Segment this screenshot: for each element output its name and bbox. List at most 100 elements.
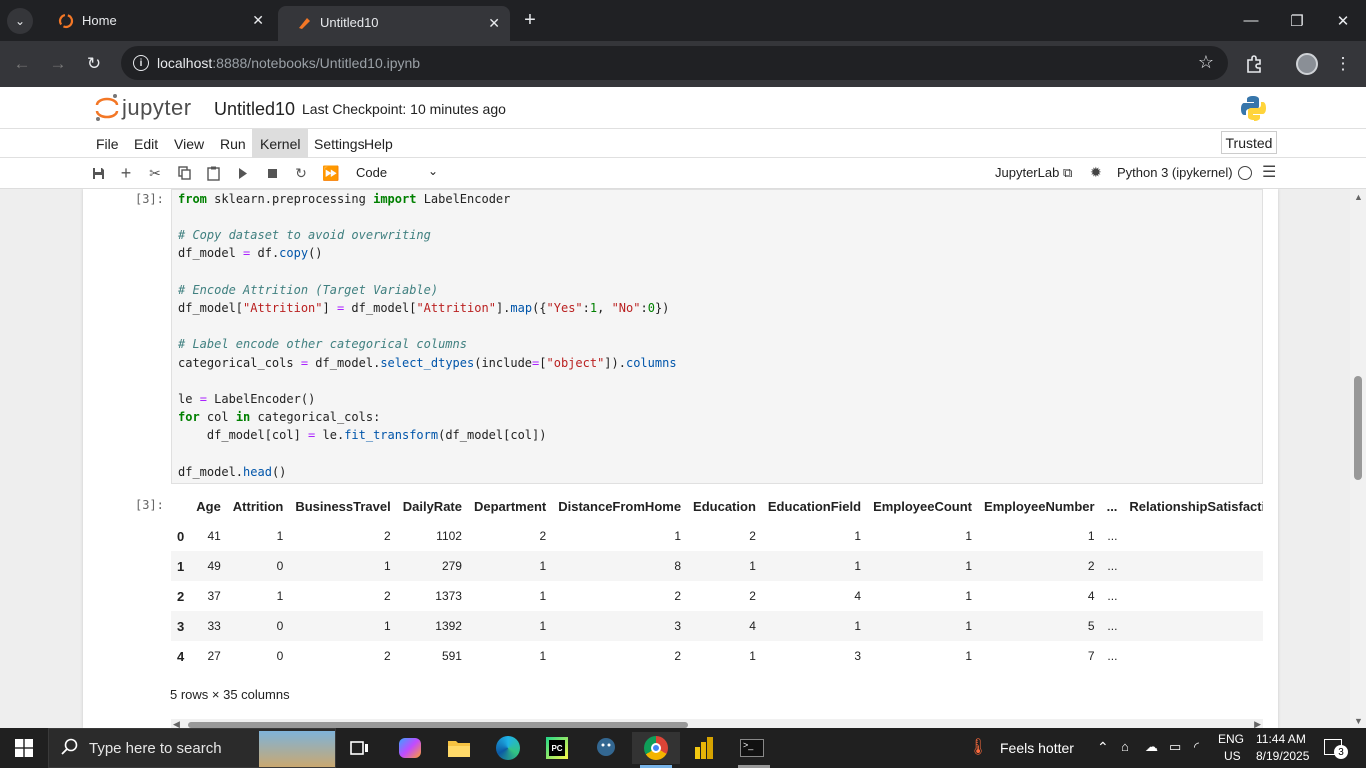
scroll-down-icon[interactable]: ▼: [1354, 716, 1363, 726]
menu-icon[interactable]: ☰: [1262, 162, 1276, 182]
close-icon[interactable]: ✕: [252, 12, 264, 29]
column-header: BusinessTravel: [295, 498, 391, 514]
notebook-panel: [3]: from sklearn.preprocessing import L…: [83, 189, 1278, 728]
jupyter-favicon-icon: [58, 13, 74, 29]
horizontal-scrollbar[interactable]: ◀ ▶: [171, 719, 1263, 728]
trusted-indicator[interactable]: Trusted: [1221, 131, 1277, 154]
power-bi-icon[interactable]: [688, 732, 720, 764]
forward-icon[interactable]: →: [45, 51, 71, 77]
back-icon[interactable]: ←: [9, 51, 35, 77]
input-prompt: [3]:: [135, 192, 164, 206]
postgresql-icon[interactable]: [590, 732, 622, 764]
restore-icon[interactable]: ❐: [1274, 0, 1320, 41]
cell-type-select[interactable]: Code ⌄: [356, 164, 440, 180]
column-header: Age: [196, 498, 221, 514]
scroll-up-icon[interactable]: ▲: [1354, 192, 1363, 202]
table-cell: 1: [965, 529, 973, 543]
url-text[interactable]: localhost:8888/notebooks/Untitled10.ipyn…: [157, 55, 420, 71]
code-line: df_model["Attrition"] = df_model["Attrit…: [178, 301, 670, 315]
code-cell-editor[interactable]: from sklearn.preprocessing import LabelE…: [171, 189, 1263, 484]
chevron-up-icon[interactable]: ⌃: [1097, 739, 1109, 756]
row-index: 0: [177, 528, 185, 544]
menu-file[interactable]: File: [88, 129, 127, 158]
code-line: df_model[col] = le.fit_transform(df_mode…: [178, 428, 547, 442]
clock-date[interactable]: 8/19/2025: [1256, 749, 1309, 763]
menu-view[interactable]: View: [166, 129, 212, 158]
menu-kernel[interactable]: Kernel: [252, 129, 309, 158]
tab-search-button[interactable]: ⌄: [7, 8, 33, 34]
edge-icon[interactable]: [492, 732, 524, 764]
table-cell: 1: [761, 611, 868, 641]
tray-app-icon[interactable]: ⌂: [1121, 739, 1129, 754]
battery-icon[interactable]: ▭: [1169, 739, 1181, 755]
table-cell: 3: [552, 611, 688, 641]
dataframe-table: Age Attrition BusinessTravel DailyRate D…: [171, 491, 1263, 671]
run-icon[interactable]: [232, 163, 254, 183]
taskbar-search-box[interactable]: Type here to search: [48, 728, 336, 768]
scroll-left-icon[interactable]: ◀: [173, 719, 180, 728]
scrollbar-thumb[interactable]: [1354, 376, 1362, 480]
table-cell: ...: [1107, 649, 1118, 663]
task-view-icon[interactable]: [344, 732, 376, 764]
info-icon[interactable]: i: [133, 55, 149, 71]
search-highlight-image: [259, 731, 335, 767]
column-header: Department: [473, 498, 547, 514]
copy-icon[interactable]: [173, 163, 195, 183]
paste-icon[interactable]: [202, 163, 224, 183]
weather-text[interactable]: Feels hotter: [1000, 740, 1074, 756]
column-header: Attrition: [232, 498, 284, 514]
scroll-right-icon[interactable]: ▶: [1254, 719, 1261, 728]
extensions-icon[interactable]: [1241, 51, 1267, 77]
language-indicator[interactable]: ENG: [1218, 732, 1244, 746]
table-row: 3 33 0 1 1392 1 3 4 1 1 5...: [171, 611, 1263, 641]
dataframe-shape: 5 rows × 35 columns: [170, 687, 290, 702]
restart-icon[interactable]: ↻: [290, 163, 312, 183]
notification-icon[interactable]: 3: [1324, 739, 1348, 759]
close-icon[interactable]: ✕: [488, 15, 500, 32]
table-cell: 1: [867, 611, 979, 641]
terminal-icon[interactable]: >_: [736, 732, 768, 764]
reload-icon[interactable]: ↻: [81, 51, 107, 77]
new-tab-icon[interactable]: +: [515, 0, 545, 41]
chrome-menu-icon[interactable]: ⋮: [1330, 51, 1356, 77]
minimize-icon[interactable]: —: [1228, 0, 1274, 41]
bookmark-star-icon[interactable]: ☆: [1198, 52, 1214, 73]
code-line: categorical_cols = df_model.select_dtype…: [178, 356, 677, 370]
wifi-icon[interactable]: ◜: [1194, 739, 1199, 755]
menu-edit[interactable]: Edit: [126, 129, 166, 158]
python-logo-icon: [1240, 95, 1267, 122]
debugger-icon[interactable]: ✹: [1090, 164, 1102, 181]
stop-icon[interactable]: [261, 163, 283, 183]
column-header: EmployeeNumber: [984, 498, 1095, 514]
table-cell: 279: [396, 551, 468, 581]
url-input[interactable]: i localhost:8888/notebooks/Untitled10.ip…: [121, 46, 1228, 80]
code-line: for col in categorical_cols:: [178, 410, 381, 424]
table-cell: 4: [1087, 589, 1095, 603]
onedrive-icon[interactable]: ☁: [1145, 739, 1158, 755]
menu-help[interactable]: Help: [356, 129, 401, 158]
kernel-name[interactable]: Python 3 (ipykernel): [1117, 165, 1233, 180]
table-cell: 1: [539, 649, 547, 663]
pycharm-icon[interactable]: PC: [541, 732, 573, 764]
vertical-scrollbar[interactable]: ▲ ▼: [1350, 189, 1366, 728]
table-row: 2 37 1 2 1373 1 2 2 4 1 4...: [171, 581, 1263, 611]
notebook-title[interactable]: Untitled10: [214, 99, 295, 120]
jupyterlab-link[interactable]: JupyterLab ⧉: [995, 165, 1072, 181]
jupyter-logo[interactable]: jupyter: [94, 93, 204, 123]
region-indicator[interactable]: US: [1224, 749, 1241, 763]
restart-run-all-icon[interactable]: ⏩: [320, 163, 342, 183]
table-cell: 2: [749, 589, 756, 603]
tab-untitled10[interactable]: Untitled10 ✕: [278, 6, 510, 41]
cut-icon[interactable]: ✂: [144, 163, 166, 183]
chrome-icon[interactable]: [632, 732, 680, 764]
tab-home[interactable]: Home ✕: [40, 0, 274, 41]
profile-avatar[interactable]: [1294, 51, 1320, 77]
clock-time[interactable]: 11:44 AM: [1256, 732, 1306, 746]
insert-cell-icon[interactable]: +: [115, 163, 137, 183]
save-icon[interactable]: [87, 163, 109, 183]
menu-run[interactable]: Run: [212, 129, 254, 158]
copilot-icon[interactable]: [394, 732, 426, 764]
windows-start-icon[interactable]: [8, 732, 40, 764]
window-close-icon[interactable]: ✕: [1320, 0, 1366, 41]
file-explorer-icon[interactable]: [443, 732, 475, 764]
